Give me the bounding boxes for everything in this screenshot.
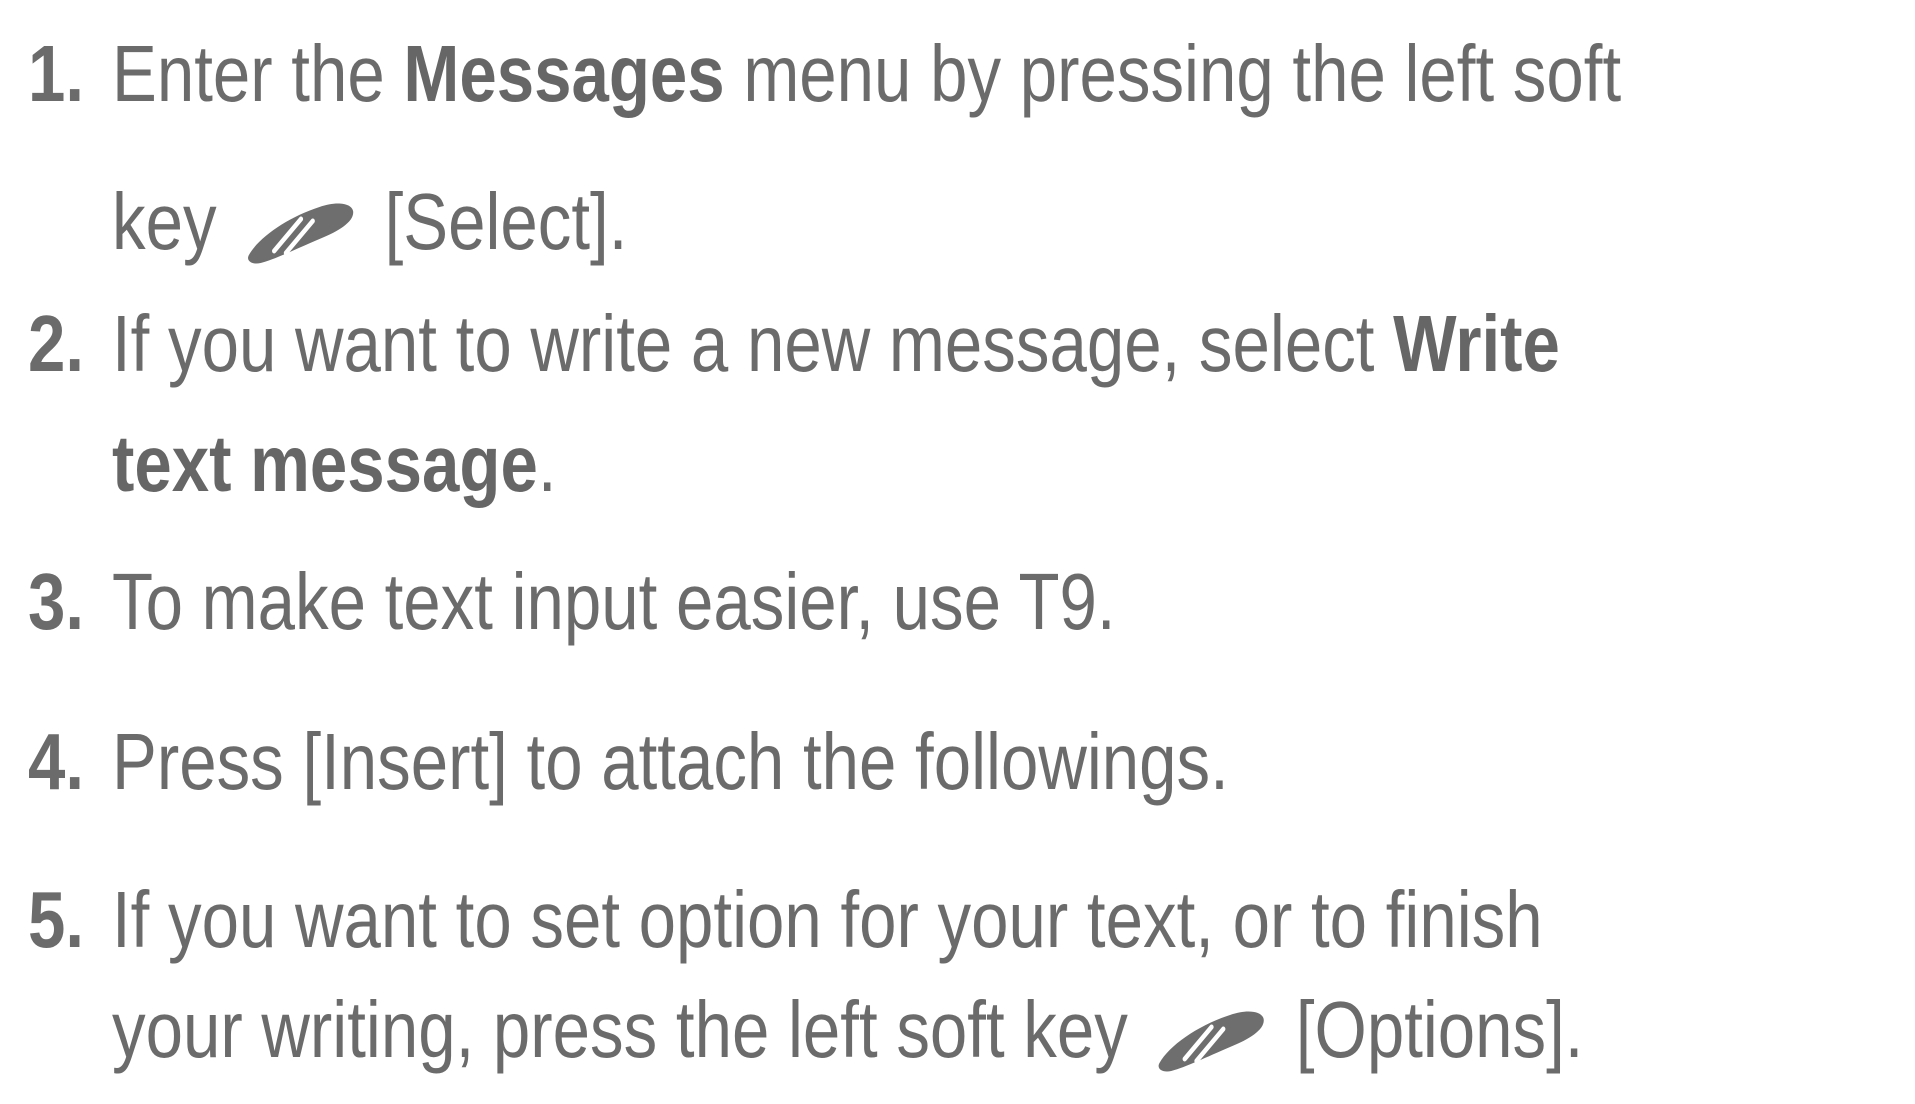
step-3-line-1: To make text input easier, use T9. <box>112 528 1116 676</box>
left-soft-key-icon <box>1153 1003 1271 1075</box>
step-1-line-1: Enter the Messages menu by pressing the … <box>112 0 1621 148</box>
step-text: If you want to set option for your text,… <box>112 875 1543 964</box>
step-number: 2. <box>28 299 85 388</box>
step-text: Enter the <box>112 29 404 118</box>
step-text: key <box>112 177 217 266</box>
instruction-page: 1. Enter the Messages menu by pressing t… <box>0 0 1915 1074</box>
step-number: 5. <box>28 875 85 964</box>
left-soft-key-icon <box>242 195 360 267</box>
step-text: To make text input easier, use T9. <box>112 557 1116 646</box>
step-5-line-2: your writing, press the left soft key [Op… <box>112 956 1583 1104</box>
step-text: your writing, press the left soft key <box>112 985 1128 1074</box>
step-number: 4. <box>28 717 85 806</box>
step-4-line-1: Press [Insert] to attach the followings. <box>112 688 1229 836</box>
step-2-line-2: text message. <box>112 390 557 538</box>
step-text: If you want to write a new message, sele… <box>112 299 1394 388</box>
step-text: [Select]. <box>384 177 628 266</box>
step-text: menu by pressing the left soft <box>724 29 1622 118</box>
step-number: 3. <box>28 557 85 646</box>
menu-name-bold: Messages <box>403 29 725 118</box>
step-text: [Options]. <box>1295 985 1584 1074</box>
option-name-bold: Write <box>1393 299 1560 388</box>
step-text: . <box>537 419 557 508</box>
step-text: Press [Insert] to attach the followings. <box>112 717 1229 806</box>
step-number: 1. <box>28 29 85 118</box>
option-name-bold: text message <box>112 419 538 508</box>
